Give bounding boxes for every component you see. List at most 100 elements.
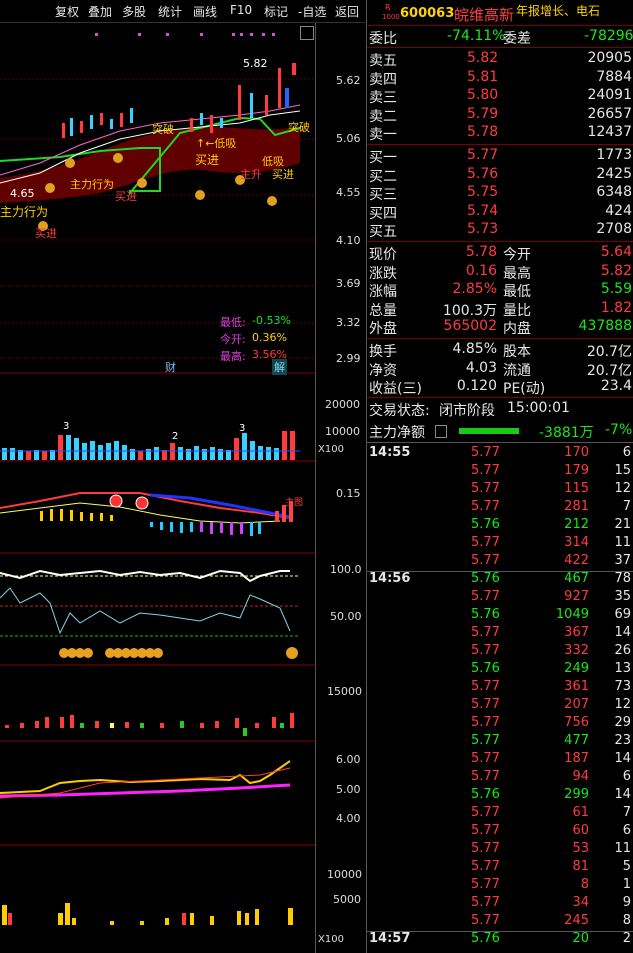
ask-row[interactable]: 卖四 5.81 7884 (367, 69, 633, 88)
main-net-bar (459, 428, 519, 434)
vol-axis-tick: 10000 (325, 425, 360, 438)
macd-axis-tick: 0.15 (336, 487, 361, 500)
p6-axis-tick: 4.00 (336, 812, 361, 825)
panel5-bars (5, 713, 294, 736)
stat-row: 总量 100.3万 量比 1.82 (369, 299, 632, 319)
annotation-buy-3: 买进 (195, 153, 220, 167)
stat-row: 净资 4.03 流通 20.7亿 (369, 359, 632, 379)
menu-fanhui[interactable]: 返回 (335, 3, 359, 20)
p5-axis-tick: 15000 (327, 685, 362, 698)
macd-panel (0, 492, 293, 536)
candles (62, 63, 296, 138)
kdj-coin-row (59, 647, 298, 659)
stat-row: 收益(三) 0.120 PE(动) 23.4 (369, 378, 632, 397)
list-icon[interactable] (435, 425, 447, 438)
p6-label: 主图 (285, 498, 304, 508)
tick-row[interactable]: 5.77 245 8 (367, 913, 633, 931)
ask-row[interactable]: 卖三 5.80 24091 (367, 87, 633, 106)
tick-row[interactable]: 5.76 212 21 (367, 517, 633, 535)
annotation-buy-1: 买进 (35, 227, 57, 240)
bid-row[interactable]: 买五 5.73 2708 (367, 221, 633, 240)
high-price-marker: 5.82 (243, 57, 268, 70)
p7-axis-tick: 10000 (327, 868, 362, 881)
p7-axis-tick: 5000 (333, 893, 361, 906)
panel-toggle-icon[interactable] (300, 26, 314, 40)
trade-status-row: 交易状态: 闭市阶段 15:00:01 (369, 400, 570, 419)
annotation-zhusheng: 主升 (240, 168, 262, 181)
stat-row: 涨跌 0.16 最高 5.82 (369, 262, 632, 282)
menu-duogu[interactable]: 多股 (122, 3, 146, 20)
tick-row[interactable]: 5.77 756 29 (367, 715, 633, 733)
vol-mark-3: 3 (239, 423, 246, 434)
quote-panel: R 1000 600063 皖维高新 年报增长、电石 委比 -74.11% 委差… (366, 0, 633, 953)
tick-row[interactable]: 5.77 115 12 (367, 481, 633, 499)
ask-row[interactable]: 卖一 5.78 12437 (367, 124, 633, 143)
jie-marker[interactable]: 解 (272, 359, 287, 375)
tick-row[interactable]: 5.77 60 6 (367, 823, 633, 841)
tick-row[interactable]: 14:57 5.76 20 2 (367, 931, 633, 949)
tick-row[interactable]: 5.77 281 7 (367, 499, 633, 517)
kdj-axis-tick: 50.00 (330, 610, 362, 623)
menu-fuquan[interactable]: 复权 (55, 3, 79, 20)
price-axis-tick: 3.69 (336, 277, 361, 290)
stat-low-label: 最低: (220, 316, 246, 329)
tick-row[interactable]: 5.77 53 11 (367, 841, 633, 859)
annotation-tupo-2: 突破 (288, 121, 310, 134)
bid-row[interactable]: 买三 5.75 6348 (367, 184, 633, 203)
bid-row[interactable]: 买一 5.77 1773 (367, 147, 633, 166)
tick-row[interactable]: 5.77 207 12 (367, 697, 633, 715)
stat-row: 换手 4.85% 股本 20.7亿 (369, 341, 632, 360)
menu-tongji[interactable]: 统计 (158, 3, 182, 20)
stat-open-value: 0.36% (252, 331, 287, 344)
tick-row[interactable]: 5.77 477 23 (367, 733, 633, 751)
tick-row[interactable]: 5.77 367 14 (367, 625, 633, 643)
tick-row[interactable]: 5.77 314 11 (367, 535, 633, 553)
tick-row[interactable]: 5.77 94 6 (367, 769, 633, 787)
volume-bars (0, 431, 300, 460)
annotation-buy-4: 买进 (272, 168, 294, 181)
bid-row[interactable]: 买四 5.74 424 (367, 203, 633, 222)
kdj-panel (0, 569, 300, 659)
menu-diejia[interactable]: 叠加 (88, 3, 112, 20)
cai-marker[interactable]: 财 (165, 359, 176, 375)
price-axis-tick: 4.55 (336, 186, 361, 199)
stat-row: 涨幅 2.85% 最低 5.59 (369, 281, 632, 300)
menu-f10[interactable]: F10 (230, 3, 252, 17)
menu-zixuan[interactable]: -自选 (298, 3, 326, 20)
bid-row[interactable]: 买二 5.76 2425 (367, 166, 633, 185)
tick-row[interactable]: 5.77 61 7 (367, 805, 633, 823)
stat-open-label: 今开: (220, 333, 246, 346)
stat-row: 外盘 565002 内盘 437888 (369, 318, 632, 337)
tick-row[interactable]: 5.77 34 9 (367, 895, 633, 913)
tick-row[interactable]: 5.77 332 26 (367, 643, 633, 661)
tick-row[interactable]: 5.76 249 13 (367, 661, 633, 679)
tick-row[interactable]: 14:56 5.76 467 78 (367, 571, 633, 589)
tick-row[interactable]: 14:55 5.77 170 6 (367, 445, 633, 463)
tick-row[interactable]: 5.77 187 14 (367, 751, 633, 769)
tick-row[interactable]: 5.77 8 1 (367, 877, 633, 895)
price-axis-tick: 5.06 (336, 132, 361, 145)
tick-row[interactable]: 5.77 422 37 (367, 553, 633, 571)
tick-row[interactable]: 5.77 361 73 (367, 679, 633, 697)
annotation-zhulixingwei-2: 主力行为 (70, 178, 114, 191)
annotation-buy-2: 买进 (115, 190, 137, 203)
chart-area[interactable]: 5.82 4.65 主力行为 买进 买进 买进 主力行为 突破 ↑←低吸 主升 … (0, 23, 365, 953)
code-prefix-num: 1000 (382, 13, 400, 21)
stat-low-value: -0.53% (252, 314, 291, 327)
tick-row[interactable]: 5.76 1049 69 (367, 607, 633, 625)
ask-row[interactable]: 卖五 5.82 20905 (367, 50, 633, 69)
tick-row[interactable]: 5.77 179 15 (367, 463, 633, 481)
stat-row: 现价 5.78 今开 5.64 (369, 244, 632, 263)
tick-row[interactable]: 5.77 927 35 (367, 589, 633, 607)
p7-unit: X100 (318, 934, 344, 945)
price-axis-tick: 2.99 (336, 352, 361, 365)
menu-biaoji[interactable]: 标记 (264, 3, 288, 20)
ask-row[interactable]: 卖二 5.79 26657 (367, 106, 633, 125)
tick-row[interactable]: 5.77 81 5 (367, 859, 633, 877)
price-axis-tick: 4.10 (336, 234, 361, 247)
vol-unit: X100 (318, 444, 344, 455)
menu-huaxian[interactable]: 画线 (193, 3, 217, 20)
code-prefix-r: R (385, 3, 391, 12)
tick-row[interactable]: 5.76 299 14 (367, 787, 633, 805)
kline-chart-canvas[interactable] (0, 23, 365, 953)
